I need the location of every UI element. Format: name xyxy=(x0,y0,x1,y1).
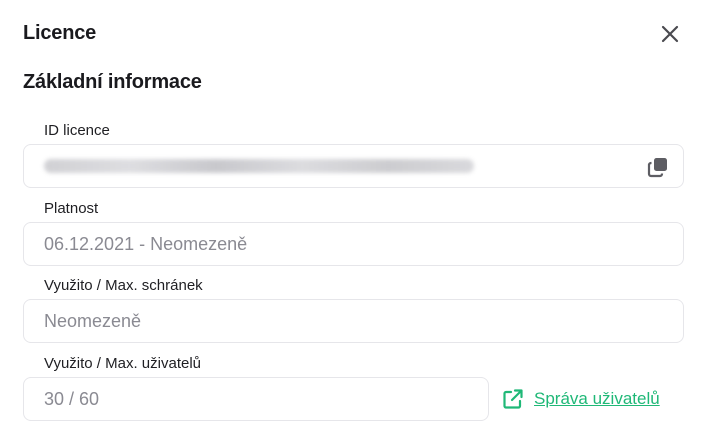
manage-users-label: Správa uživatelů xyxy=(534,389,660,408)
validity-label: Platnost xyxy=(44,200,99,217)
validity-field[interactable]: 06.12.2021 - Neomezeně xyxy=(23,222,684,266)
mailboxes-label: Využito / Max. schránek xyxy=(44,277,203,294)
users-field[interactable]: 30 / 60 xyxy=(23,377,489,421)
license-id-label: ID licence xyxy=(44,122,110,139)
external-link-icon xyxy=(503,389,523,409)
section-title: Základní informace xyxy=(23,71,202,93)
close-icon xyxy=(661,25,679,43)
license-id-value-blurred xyxy=(44,159,474,173)
mailboxes-field[interactable]: Neomezeně xyxy=(23,299,684,343)
copy-button[interactable] xyxy=(647,156,669,178)
users-label: Využito / Max. uživatelů xyxy=(44,355,202,372)
close-button[interactable] xyxy=(658,22,682,46)
dialog-title: Licence xyxy=(23,22,97,44)
license-id-field[interactable] xyxy=(23,144,684,188)
manage-users-link[interactable]: Správa uživatelů xyxy=(502,388,660,410)
copy-icon xyxy=(647,158,667,178)
